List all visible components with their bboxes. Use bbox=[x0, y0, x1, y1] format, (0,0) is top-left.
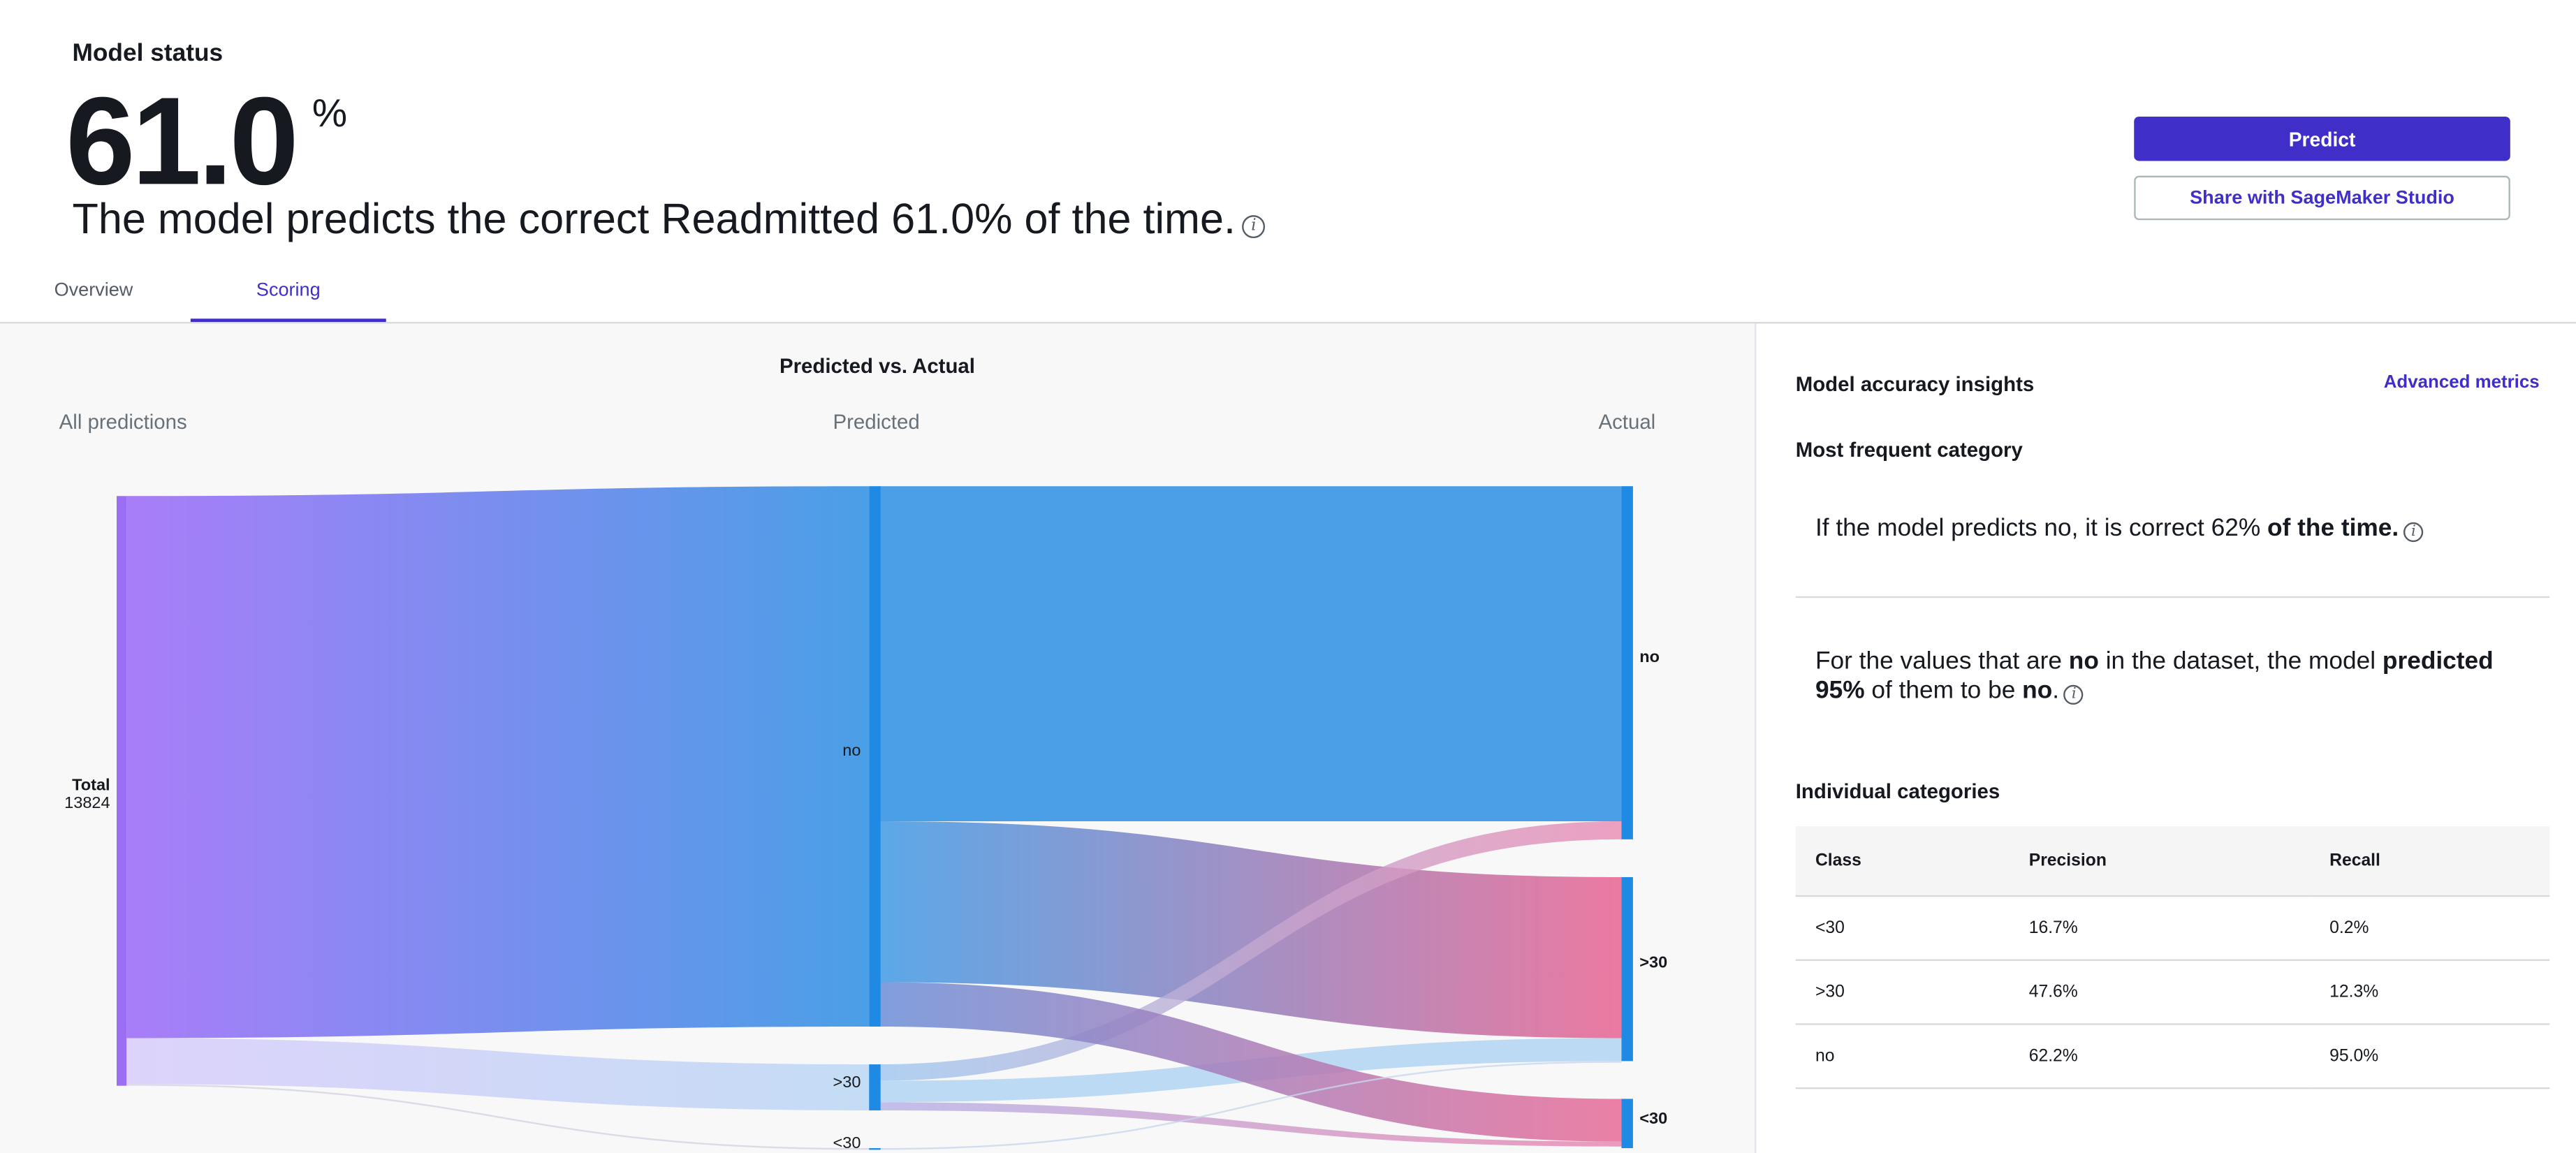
predict-button[interactable]: Predict bbox=[2134, 116, 2510, 161]
node-actual-lt30 bbox=[1621, 1099, 1633, 1149]
flow-no-to-no bbox=[879, 486, 1622, 821]
info-icon[interactable]: i bbox=[2064, 684, 2084, 705]
insight-precision-bold: of the time. bbox=[2267, 514, 2399, 543]
advanced-metrics-link[interactable]: Advanced metrics bbox=[2384, 373, 2540, 392]
column-header-class: Class bbox=[1795, 826, 2010, 897]
table-row: <30 16.7% 0.2% bbox=[1795, 896, 2550, 961]
panel-divider bbox=[1754, 323, 1757, 1153]
node-actual-gt30 bbox=[1621, 876, 1633, 1062]
node-predicted-no bbox=[869, 486, 881, 1027]
node-label-actual-gt30: >30 bbox=[1639, 953, 1667, 971]
insight-divider bbox=[1795, 596, 2550, 598]
insight-precision: If the model predicts no, it is correct … bbox=[1815, 514, 2424, 543]
model-status-label: Model status bbox=[72, 39, 224, 68]
accuracy-headline-text: The model predicts the correct Readmitte… bbox=[72, 193, 1236, 244]
insight-recall-text: . bbox=[2052, 677, 2060, 705]
node-label-predicted-no: no bbox=[842, 741, 861, 759]
node-actual-no bbox=[1621, 486, 1633, 839]
insights-title: Model accuracy insights bbox=[1795, 372, 2035, 396]
node-total bbox=[116, 496, 127, 1086]
sankey-chart: Total 13824 no >30 <30 no >30 <30 bbox=[64, 486, 1667, 1152]
cell-recall: 95.0% bbox=[2309, 1024, 2550, 1089]
cell-precision: 47.6% bbox=[2009, 960, 2310, 1025]
most-frequent-title: Most frequent category bbox=[1795, 438, 2023, 462]
tab-overview[interactable]: Overview bbox=[54, 281, 133, 300]
cell-precision: 16.7% bbox=[2009, 896, 2310, 961]
insight-recall: For the values that are no in the datase… bbox=[1815, 647, 2538, 707]
cell-recall: 12.3% bbox=[2309, 960, 2550, 1025]
insight-precision-text: If the model predicts no, it is correct … bbox=[1815, 514, 2261, 543]
insight-recall-bold: no bbox=[2022, 677, 2053, 705]
cell-recall: 0.2% bbox=[2309, 896, 2550, 961]
cell-class: >30 bbox=[1795, 960, 2010, 1025]
node-label-predicted-gt30: >30 bbox=[833, 1073, 861, 1091]
accuracy-headline: The model predicts the correct Readmitte… bbox=[72, 193, 1266, 245]
node-label-predicted-lt30: <30 bbox=[833, 1133, 861, 1152]
share-sagemaker-button[interactable]: Share with SageMaker Studio bbox=[2134, 175, 2510, 221]
table-row: no 62.2% 95.0% bbox=[1795, 1024, 2550, 1089]
node-label-total-count: 13824 bbox=[64, 793, 110, 811]
node-predicted-lt30 bbox=[869, 1148, 881, 1150]
cell-precision: 62.2% bbox=[2009, 1024, 2310, 1089]
individual-categories-title: Individual categories bbox=[1795, 780, 2000, 804]
table-header-row: Class Precision Recall bbox=[1795, 826, 2550, 897]
categories-table: Class Precision Recall <30 16.7% 0.2% >3… bbox=[1795, 826, 2550, 1089]
insight-recall-bold: no bbox=[2068, 647, 2099, 675]
accuracy-percent-sign: % bbox=[312, 91, 348, 137]
flow-total-to-no bbox=[126, 486, 870, 1038]
node-predicted-gt30 bbox=[869, 1064, 881, 1110]
insight-recall-text: in the dataset, the model bbox=[2105, 647, 2376, 675]
column-header-recall: Recall bbox=[2309, 826, 2550, 897]
node-label-actual-no: no bbox=[1639, 647, 1660, 666]
column-header-precision: Precision bbox=[2009, 826, 2310, 897]
insight-recall-text: of them to be bbox=[1871, 677, 2016, 705]
info-icon[interactable]: i bbox=[1242, 215, 1266, 239]
info-icon[interactable]: i bbox=[2403, 522, 2424, 543]
table-row: >30 47.6% 12.3% bbox=[1795, 960, 2550, 1025]
node-label-actual-lt30: <30 bbox=[1639, 1109, 1667, 1127]
cell-class: <30 bbox=[1795, 896, 2010, 961]
node-label-total: Total bbox=[72, 775, 110, 793]
cell-class: no bbox=[1795, 1024, 2010, 1089]
tab-scoring[interactable]: Scoring bbox=[256, 281, 321, 300]
insight-recall-text: For the values that are bbox=[1815, 647, 2062, 675]
flow-total-to-gt30 bbox=[126, 1038, 870, 1110]
